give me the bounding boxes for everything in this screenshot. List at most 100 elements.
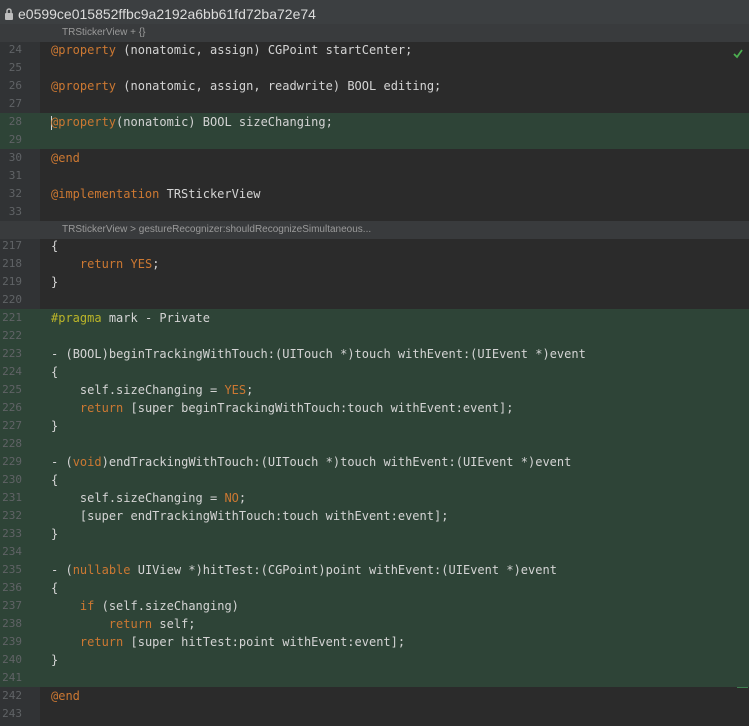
code-line[interactable]: 218 return YES; (0, 255, 749, 273)
code-text[interactable]: return self; (51, 615, 196, 633)
code-text[interactable]: @property(nonatomic) BOOL sizeChanging; (51, 113, 333, 131)
code-line[interactable]: 29 (0, 131, 749, 149)
code-text[interactable]: - (BOOL)beginTrackingWithTouch:(UITouch … (51, 345, 586, 363)
line-number: 222 (2, 329, 22, 342)
line-number: 30 (8, 151, 22, 164)
line-number: 238 (2, 617, 22, 630)
line-number: 243 (2, 707, 22, 720)
code-line[interactable]: 232 [super endTrackingWithTouch:touch wi… (0, 507, 749, 525)
window-title: e0599ce015852ffbc9a2192a6bb61fd72ba72e74 (18, 5, 316, 22)
title-bar: e0599ce015852ffbc9a2192a6bb61fd72ba72e74 (0, 0, 749, 27)
code-line[interactable]: 26 @property (nonatomic, assign, readwrit… (0, 77, 749, 95)
line-number: 32 (8, 187, 22, 200)
code-text[interactable]: [super endTrackingWithTouch:touch withEv… (51, 507, 449, 525)
code-text[interactable]: @property (nonatomic, assign, readwrite)… (51, 77, 441, 95)
breadcrumb[interactable]: TRStickerView + {} (0, 24, 749, 42)
code-line[interactable]: 219} (0, 273, 749, 291)
line-number: 25 (8, 61, 22, 74)
code-line[interactable]: 226 return [super beginTrackingWithTouch… (0, 399, 749, 417)
line-number: 225 (2, 383, 22, 396)
breadcrumb-label: TRStickerView + {} (62, 27, 146, 38)
code-text[interactable]: @end (51, 149, 80, 167)
code-text[interactable]: @property (nonatomic, assign) CGPoint st… (51, 41, 412, 59)
line-number: 239 (2, 635, 22, 648)
line-number: 31 (8, 169, 22, 182)
code-line[interactable]: 233} (0, 525, 749, 543)
code-line[interactable]: 33 (0, 203, 749, 221)
code-line[interactable]: 239 return [super hitTest:point withEven… (0, 633, 749, 651)
code-line[interactable]: 236 { (0, 579, 749, 597)
code-line[interactable]: 222 (0, 327, 749, 345)
line-number: 219 (2, 275, 22, 288)
line-number: 229 (2, 455, 22, 468)
code-line[interactable]: 31 (0, 167, 749, 185)
line-number: 233 (2, 527, 22, 540)
code-line[interactable]: 221 #pragma mark - Private (0, 309, 749, 327)
code-text[interactable]: return YES; (51, 255, 160, 273)
line-number: 235 (2, 563, 22, 576)
code-line[interactable]: 241 (0, 669, 749, 687)
line-number: 26 (8, 79, 22, 92)
code-line[interactable]: 238 return self; (0, 615, 749, 633)
line-number: 224 (2, 365, 22, 378)
code-text[interactable]: { (51, 471, 58, 489)
code-line[interactable]: 227} (0, 417, 749, 435)
line-number: 226 (2, 401, 22, 414)
code-text[interactable]: { (51, 363, 58, 381)
code-line[interactable]: 235 - (nullable UIView *)hitTest:(CGPoint… (0, 561, 749, 579)
code-line[interactable]: 224 { (0, 363, 749, 381)
line-number: 237 (2, 599, 22, 612)
code-line[interactable]: 217 { (0, 237, 749, 255)
code-text[interactable]: } (51, 651, 58, 669)
code-text[interactable]: self.sizeChanging = YES; (51, 381, 253, 399)
code-text[interactable]: } (51, 273, 58, 291)
line-number: 223 (2, 347, 22, 360)
line-number: 28 (8, 115, 22, 128)
code-line[interactable]: 27 (0, 95, 749, 113)
code-text[interactable]: if (self.sizeChanging) (51, 597, 239, 615)
code-text[interactable]: @end (51, 687, 80, 705)
code-text[interactable]: } (51, 525, 58, 543)
code-line[interactable]: 220 (0, 291, 749, 309)
code-text[interactable]: { (51, 579, 58, 597)
code-text[interactable]: return [super hitTest:point withEvent:ev… (51, 633, 405, 651)
code-line[interactable]: 242 @end (0, 687, 749, 705)
code-line[interactable]: 234 (0, 543, 749, 561)
code-text[interactable]: return [super beginTrackingWithTouch:tou… (51, 399, 514, 417)
code-line[interactable]: 228 (0, 435, 749, 453)
line-number: 220 (2, 293, 22, 306)
line-number: 218 (2, 257, 22, 270)
code-line[interactable]: 30 @end (0, 149, 749, 167)
line-number: 228 (2, 437, 22, 450)
code-line[interactable]: 24 @property (nonatomic, assign) CGPoint … (0, 41, 749, 59)
code-text[interactable]: self.sizeChanging = NO; (51, 489, 246, 507)
code-line[interactable]: 243 (0, 705, 749, 723)
code-text[interactable]: { (51, 237, 58, 255)
code-line[interactable]: 240} (0, 651, 749, 669)
code-line[interactable]: 28 @property(nonatomic) BOOL sizeChanging… (0, 113, 749, 131)
code-line[interactable]: 32 @implementation TRStickerView (0, 185, 749, 203)
code-line[interactable]: 225 self.sizeChanging = YES; (0, 381, 749, 399)
lock-icon (5, 7, 13, 20)
code-line[interactable]: 237 if (self.sizeChanging) (0, 597, 749, 615)
line-number: 33 (8, 205, 22, 218)
line-number: 234 (2, 545, 22, 558)
code-text[interactable]: #pragma mark - Private (51, 309, 210, 327)
code-line[interactable]: 223 - (BOOL)beginTrackingWithTouch:(UITou… (0, 345, 749, 363)
code-text[interactable]: - (nullable UIView *)hitTest:(CGPoint)po… (51, 561, 557, 579)
line-number: 217 (2, 239, 22, 252)
code-editor[interactable]: TRStickerView + {} 24 @property (nonatomic… (0, 24, 749, 726)
code-line[interactable]: 229 - (void)endTrackingWithTouch:(UITouch… (0, 453, 749, 471)
line-number: 227 (2, 419, 22, 432)
line-number: 230 (2, 473, 22, 486)
code-line[interactable]: 25 (0, 59, 749, 77)
line-number: 242 (2, 689, 22, 702)
line-number: 27 (8, 97, 22, 110)
code-text[interactable]: } (51, 417, 58, 435)
line-number: 231 (2, 491, 22, 504)
code-line[interactable]: 231 self.sizeChanging = NO; (0, 489, 749, 507)
line-number: 24 (8, 43, 22, 56)
code-text[interactable]: @implementation TRStickerView (51, 185, 261, 203)
code-text[interactable]: - (void)endTrackingWithTouch:(UITouch *)… (51, 453, 571, 471)
code-line[interactable]: 230 { (0, 471, 749, 489)
